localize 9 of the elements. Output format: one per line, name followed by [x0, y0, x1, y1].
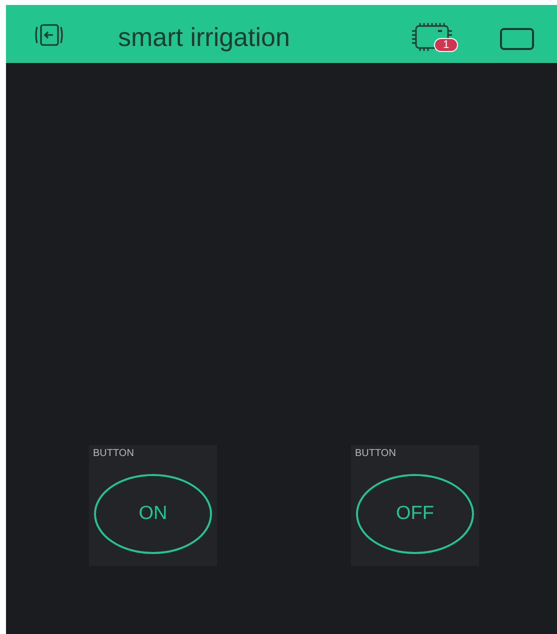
chip-icon[interactable]	[410, 22, 454, 52]
widget-label: BUTTON	[355, 448, 396, 460]
square-icon[interactable]	[500, 28, 534, 50]
toggle-button[interactable]: OFF	[356, 474, 474, 554]
toggle-button[interactable]: ON	[94, 474, 212, 554]
exit-icon[interactable]	[34, 24, 64, 46]
widget-label: BUTTON	[93, 448, 134, 460]
notification-badge: 1	[434, 38, 458, 52]
project-title: smart irrigation	[118, 21, 290, 54]
